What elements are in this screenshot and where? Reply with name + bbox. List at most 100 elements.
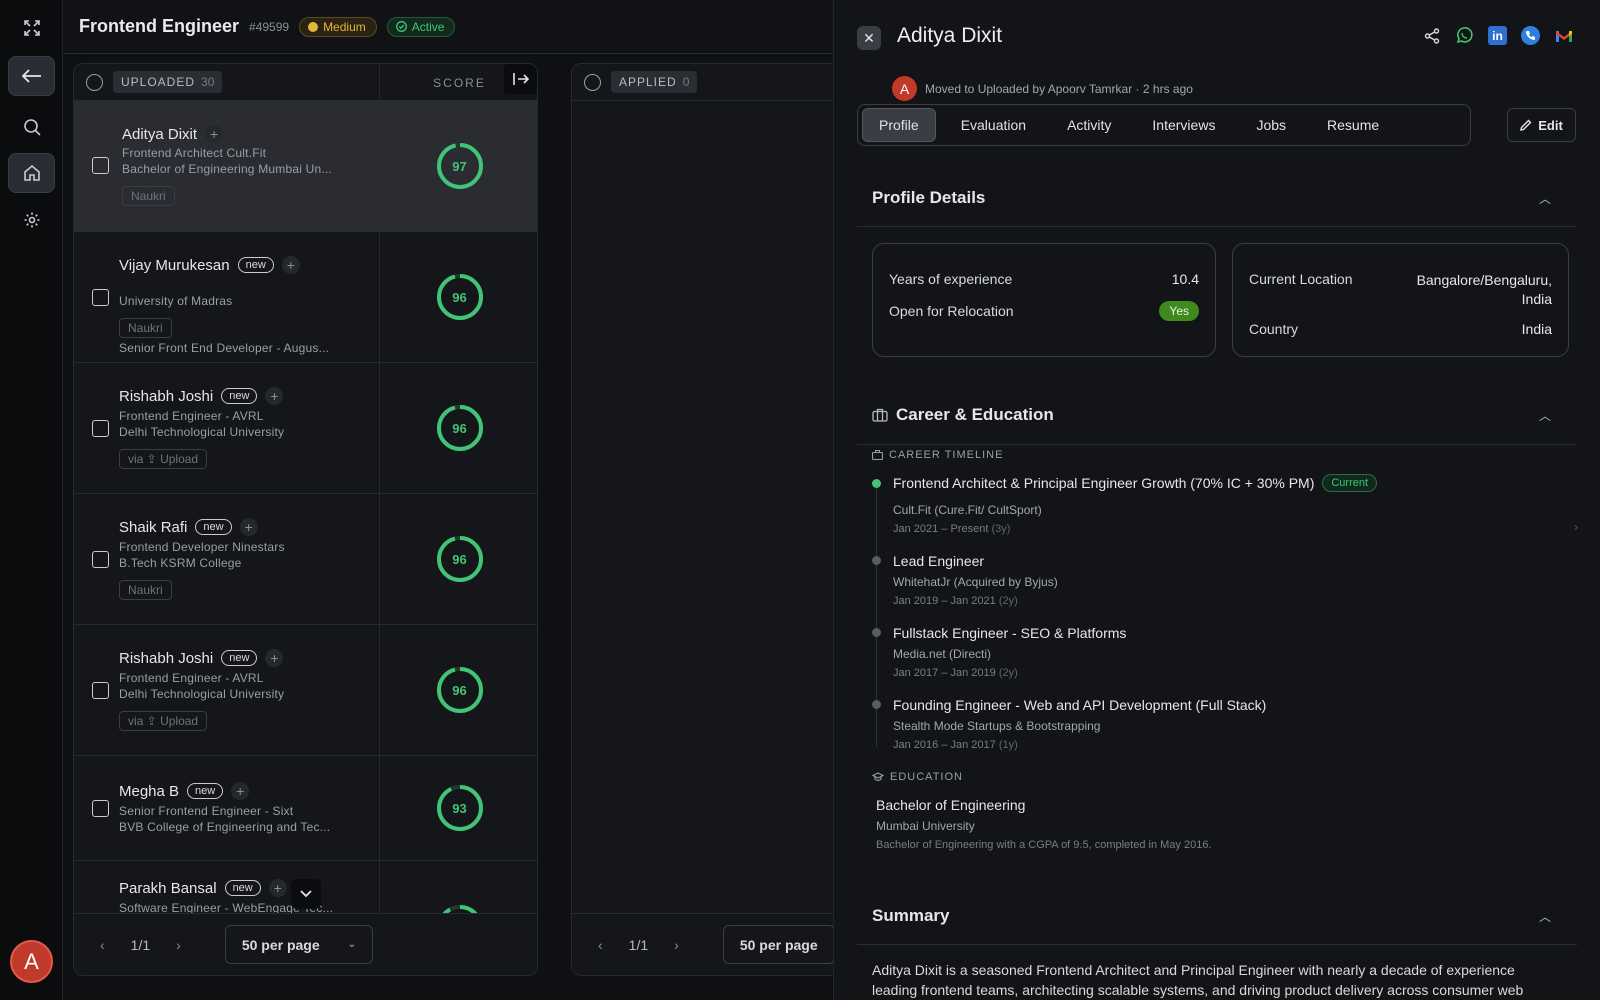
candidate-name[interactable]: Parakh Bansal	[119, 880, 217, 897]
candidate-card[interactable]: Shaik Rafi new + Frontend Developer Nine…	[74, 494, 537, 625]
user-avatar[interactable]: A	[10, 940, 53, 983]
share-icon[interactable]	[1422, 26, 1441, 45]
candidate-card[interactable]: Aditya Dixit + Frontend Architect Cult.F…	[74, 101, 537, 232]
back-button[interactable]	[8, 56, 55, 96]
chevron-up-icon[interactable]: ︿	[1539, 908, 1551, 925]
source-tag: Naukri	[122, 186, 175, 206]
candidate-card[interactable]: Rishabh Joshi new + Frontend Engineer - …	[74, 363, 537, 494]
per-page-value: 50 per page	[241, 936, 320, 953]
tab-activity[interactable]: Activity	[1051, 109, 1127, 141]
chevron-right-icon[interactable]: ›	[1574, 520, 1578, 534]
tab-profile[interactable]: Profile	[862, 108, 936, 142]
candidate-checkbox[interactable]	[92, 800, 109, 817]
stage-count: 30	[201, 75, 215, 89]
candidate-name[interactable]: Rishabh Joshi	[119, 650, 213, 667]
next-page-icon[interactable]: ›	[176, 937, 181, 953]
role-title: Fullstack Engineer - SEO & Platforms	[893, 625, 1127, 641]
timeline-item[interactable]: Founding Engineer - Web and API Developm…	[893, 697, 1266, 713]
tab-evaluation[interactable]: Evaluation	[945, 109, 1042, 141]
candidate-name[interactable]: Shaik Rafi	[119, 519, 187, 536]
status-badge[interactable]: Active	[386, 16, 456, 37]
chevron-down-icon[interactable]	[291, 879, 321, 909]
graduation-cap-icon	[872, 772, 884, 781]
collapse-panel-icon[interactable]	[504, 64, 537, 94]
tab-resume[interactable]: Resume	[1311, 109, 1395, 141]
divider	[857, 444, 1577, 445]
gear-icon[interactable]	[8, 200, 55, 240]
priority-badge[interactable]: Medium	[299, 16, 377, 37]
timeline-dot	[872, 700, 881, 709]
candidate-card[interactable]: Vijay Murukesan new + Senior Front End D…	[74, 232, 537, 363]
add-tag-icon[interactable]: +	[268, 879, 287, 897]
timeline-item[interactable]: Frontend Architect & Principal Engineer …	[893, 474, 1378, 492]
career-education-title[interactable]: Career & Education	[872, 405, 1054, 425]
profile-details-title[interactable]: Profile Details	[872, 188, 985, 208]
briefcase-icon	[872, 408, 888, 422]
per-page-select[interactable]: 50 per page ⌄	[224, 925, 374, 964]
candidate-name[interactable]: Aditya Dixit	[122, 126, 197, 143]
candidate-name[interactable]: Megha B	[119, 783, 179, 800]
candidate-checkbox[interactable]	[92, 682, 109, 699]
page-indicator: 1/1	[628, 936, 649, 953]
timeline-item[interactable]: Fullstack Engineer - SEO & Platforms	[893, 625, 1126, 641]
score-ring: 96	[435, 534, 485, 584]
select-all-radio[interactable]	[584, 73, 601, 91]
candidate-card[interactable]: Megha B new + Senior Frontend Engineer -…	[74, 756, 537, 861]
prev-page-icon[interactable]: ‹	[100, 937, 105, 953]
candidate-role: Senior Frontend Engineer - Sixt	[119, 804, 294, 818]
applied-column-header: APPLIED 0	[572, 64, 840, 101]
gmail-icon[interactable]	[1554, 26, 1573, 45]
add-tag-icon[interactable]: +	[265, 387, 284, 405]
tab-jobs[interactable]: Jobs	[1240, 109, 1302, 141]
add-tag-icon[interactable]: +	[265, 649, 284, 667]
candidate-name-row: Shaik Rafi new +	[119, 518, 258, 536]
search-icon[interactable]	[8, 107, 55, 147]
add-tag-icon[interactable]: +	[205, 125, 224, 143]
select-all-radio[interactable]	[86, 73, 103, 91]
home-icon[interactable]	[8, 153, 55, 193]
candidate-education: BVB College of Engineering and Tec...	[119, 820, 331, 834]
add-tag-icon[interactable]: +	[281, 256, 300, 274]
edit-button[interactable]: Edit	[1507, 108, 1576, 142]
info-value: 10.4	[1171, 271, 1199, 287]
score-ring: 96	[435, 272, 485, 322]
tab-interviews[interactable]: Interviews	[1136, 109, 1231, 141]
timeline-item[interactable]: Lead Engineer	[893, 553, 984, 569]
linkedin-icon[interactable]: in	[1488, 26, 1507, 45]
school-name: Mumbai University	[876, 819, 975, 833]
candidate-card[interactable]: Rishabh Joshi new + Frontend Engineer - …	[74, 625, 537, 756]
add-tag-icon[interactable]: +	[239, 518, 258, 536]
candidate-name-row: Aditya Dixit +	[122, 125, 224, 143]
candidate-education: Bachelor of Engineering Mumbai Un...	[122, 162, 332, 176]
candidate-name[interactable]: Vijay Murukesan	[119, 257, 230, 274]
add-tag-icon[interactable]: +	[231, 782, 250, 800]
chevron-up-icon[interactable]: ︿	[1539, 407, 1551, 424]
candidate-education: University of Madras	[119, 294, 233, 308]
whatsapp-icon[interactable]	[1455, 26, 1474, 45]
drawer-candidate-name: Aditya Dixit	[897, 24, 1003, 47]
candidate-checkbox[interactable]	[92, 551, 109, 568]
candidate-checkbox[interactable]	[92, 420, 109, 437]
per-page-select[interactable]: 50 per page	[722, 925, 835, 964]
candidate-role: Frontend Architect Cult.Fit	[122, 146, 267, 160]
expand-icon[interactable]	[8, 8, 55, 48]
divider	[857, 944, 1577, 945]
candidate-name-row: Parakh Bansal new +	[119, 879, 287, 897]
score-cell: 93	[379, 756, 537, 860]
role-title: Frontend Architect & Principal Engineer …	[893, 475, 1315, 491]
close-icon[interactable]: ✕	[857, 26, 881, 50]
info-row: Current Location Bangalore/Bengaluru, In…	[1249, 271, 1552, 309]
summary-title[interactable]: Summary	[872, 906, 949, 926]
candidate-name[interactable]: Rishabh Joshi	[119, 388, 213, 405]
info-row: Country India	[1249, 321, 1552, 337]
duration: (3y)	[991, 523, 1011, 535]
next-page-icon[interactable]: ›	[674, 937, 679, 953]
prev-page-icon[interactable]: ‹	[598, 937, 603, 953]
candidate-checkbox[interactable]	[92, 289, 109, 306]
score-cell: 96	[379, 363, 537, 493]
candidate-checkbox[interactable]	[92, 157, 109, 174]
phone-icon[interactable]	[1521, 26, 1540, 45]
role-title: Lead Engineer	[893, 553, 985, 569]
duration: (2y)	[998, 667, 1018, 679]
chevron-up-icon[interactable]: ︿	[1539, 190, 1551, 207]
